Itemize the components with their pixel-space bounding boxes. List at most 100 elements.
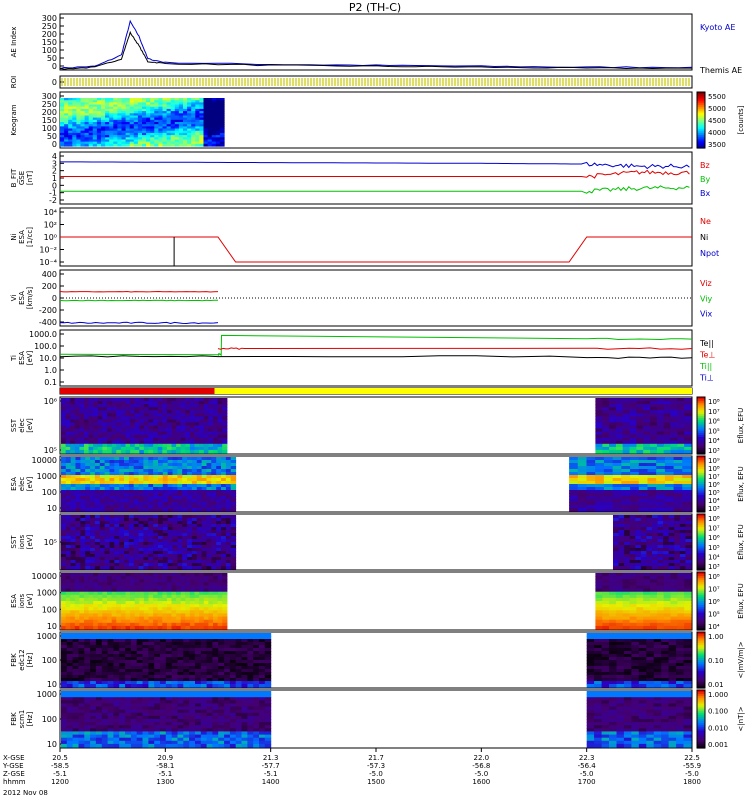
sst_i-bin: [90, 566, 96, 570]
y-axis-label: [eV]: [26, 593, 34, 608]
y-tick-label: 10000: [32, 456, 57, 465]
y-axis-label: ESA: [18, 351, 26, 365]
esa_i-bin: [663, 625, 672, 630]
esa_i-bin: [171, 613, 177, 618]
sst_i-bin: [172, 566, 178, 570]
sst_e-bin: [684, 449, 692, 454]
sst_i-bin: [109, 566, 115, 570]
sst_i-bin: [640, 566, 648, 570]
y-axis-label: ions: [18, 593, 26, 608]
esa_i-bin: [622, 625, 631, 630]
legend-entry: By: [700, 175, 710, 184]
sst_i-bin: [201, 566, 207, 570]
esa_i-bin: [107, 585, 113, 590]
sst_i-bin: [80, 566, 86, 570]
esa_i-bin: [663, 585, 672, 590]
panel-velocity: 4002000-200-400Vi ESA [km/s]VizViyVix: [10, 269, 713, 327]
sst_e-bin: [650, 449, 658, 454]
esa_e-bin: [104, 508, 110, 512]
sst_i-bin: [211, 566, 217, 570]
esa_e-spectrogram: [61, 457, 237, 512]
sst_e-bin: [217, 449, 223, 454]
esa_i-bin: [162, 613, 168, 618]
esa_i-bin: [189, 613, 196, 618]
sst_e-bin: [61, 449, 67, 454]
y-axis-label: ESA: [10, 477, 18, 491]
esa_i-bin: [107, 625, 113, 630]
sst_i-bin: [61, 566, 67, 570]
sst_e-bin: [595, 449, 603, 454]
keogram-bin: [125, 143, 131, 147]
y-tick-label: 1000: [37, 632, 57, 641]
esa_i-bin: [185, 625, 191, 630]
sst_i-bin: [613, 566, 620, 570]
esa_e-bin: [114, 508, 120, 512]
esa_i-bin: [194, 613, 200, 618]
legend-entry: Te||: [699, 339, 714, 348]
sst_i-bin: [663, 566, 670, 570]
sst_e-bin: [116, 449, 122, 454]
sst_e-bin: [199, 449, 205, 454]
legend-entry: Viy: [700, 294, 713, 303]
y-tick-label: 0.1: [44, 378, 57, 387]
esa_e-bin: [99, 508, 106, 512]
y-tick-label: 1000: [37, 690, 57, 699]
keogram-bin: [117, 143, 123, 147]
esa_i-bin: [157, 613, 163, 618]
esa_i-bin: [153, 585, 159, 590]
esa_e-bin: [206, 508, 212, 512]
esa_e-bin: [221, 508, 227, 512]
esa_i-bin: [162, 625, 168, 630]
sst_i-spectrogram: [61, 515, 237, 570]
panel-bfield: 43210-1-2B_FIT GSE [nT]BzByBx: [10, 151, 710, 205]
sst_i-bin: [685, 566, 692, 570]
esa_i-bin: [656, 585, 665, 590]
esa_i-bin: [125, 613, 131, 618]
esa_e-bin: [673, 508, 683, 512]
esa_i-bin: [125, 625, 131, 630]
legend-entry: Ni: [700, 233, 708, 242]
sst_e-bin: [615, 449, 624, 454]
esa_i-bin: [97, 585, 103, 590]
sst_e-bin: [609, 449, 617, 454]
sst_i-bin: [124, 566, 130, 570]
esa_i-bin: [595, 613, 603, 618]
sst_i-bin: [138, 566, 144, 570]
y-tick-label: 1000.0: [29, 330, 57, 339]
sst_i-bin: [624, 566, 631, 570]
y-tick-label: 100: [42, 715, 57, 724]
sst_i-bin: [225, 566, 232, 570]
esa_i-bin: [125, 585, 131, 590]
keogram-bin: [92, 143, 98, 147]
sst_i-bin: [182, 566, 188, 570]
esa_i-bin: [88, 585, 94, 590]
y-axis-label: [km/s]: [26, 287, 34, 310]
esa_i-bin: [203, 613, 209, 618]
sst_i-spectrogram: [613, 515, 692, 570]
esa_e-bin: [201, 508, 207, 512]
esa_i-bin: [176, 613, 182, 618]
y-axis-label: [eV]: [26, 476, 34, 491]
y-axis-label: ESA: [18, 230, 26, 244]
sst_e-bin: [148, 449, 154, 454]
y-axis-label: Ti: [10, 355, 18, 362]
legend-entry: Viz: [700, 279, 712, 288]
fbk1-bin: [66, 684, 74, 688]
fbk1-spectrogram: [61, 633, 272, 688]
sst_i-bin: [187, 566, 193, 570]
esa_e-bin: [80, 508, 86, 512]
esa_e-bin: [216, 508, 222, 512]
sst_e-bin: [134, 449, 140, 454]
y-axis-label: Keogram: [10, 104, 18, 135]
esa_e-bin: [211, 508, 217, 512]
sst_i-bin: [158, 566, 164, 570]
series-line-viz: [59, 290, 219, 293]
esa_i-bin: [93, 613, 99, 618]
esa_i-bin: [139, 613, 145, 618]
esa_i-bin: [656, 613, 665, 618]
esa_e-bin: [167, 508, 174, 512]
esa_i-bin: [176, 625, 182, 630]
esa_e-bin: [61, 508, 67, 512]
legend-entry: Bx: [700, 189, 710, 198]
keogram-bin: [215, 143, 221, 147]
